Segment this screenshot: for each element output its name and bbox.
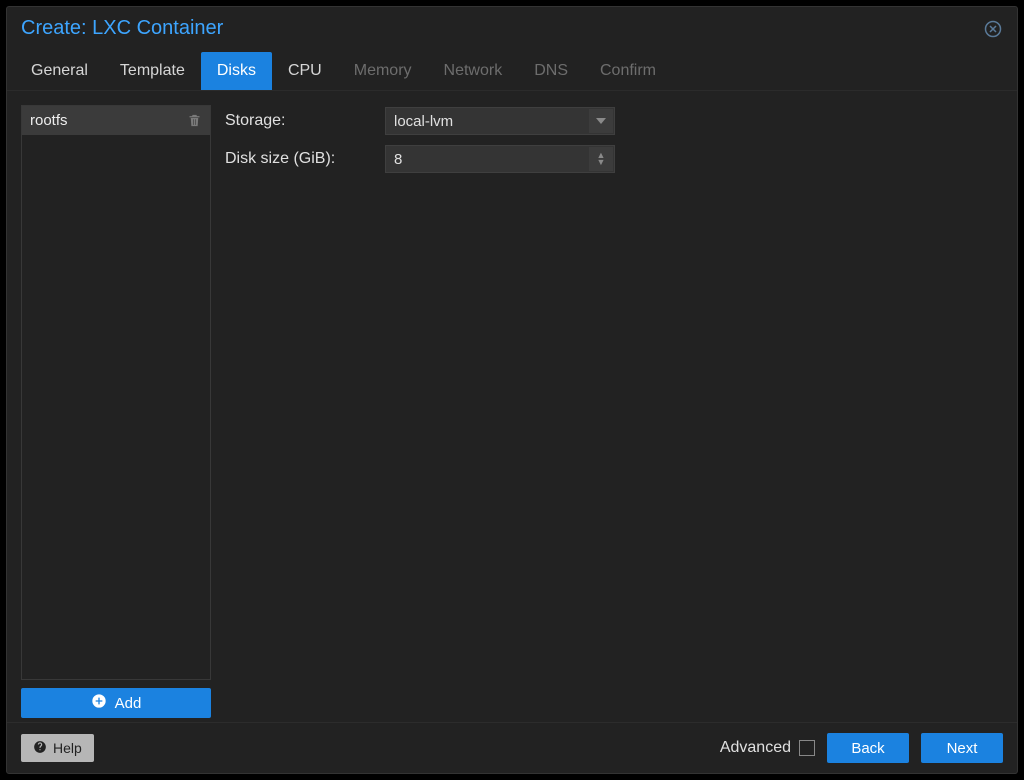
- tab-cpu[interactable]: CPU: [272, 52, 338, 90]
- spinner-down-icon[interactable]: ▼: [597, 159, 606, 166]
- disk-form: Storage: Disk size (GiB): ▲ ▼: [225, 105, 1003, 718]
- tab-general[interactable]: General: [15, 52, 104, 90]
- advanced-label: Advanced: [720, 739, 791, 757]
- back-button[interactable]: Back: [827, 733, 909, 763]
- chevron-down-icon[interactable]: [589, 109, 613, 133]
- disk-list-item-rootfs[interactable]: rootfs: [22, 106, 210, 135]
- disk-list-item-label: rootfs: [30, 112, 68, 129]
- disk-size-input[interactable]: ▲ ▼: [385, 145, 615, 173]
- storage-row: Storage:: [225, 107, 1003, 135]
- back-button-label: Back: [851, 740, 884, 757]
- tab-template[interactable]: Template: [104, 52, 201, 90]
- help-button-label: Help: [53, 740, 82, 756]
- help-button[interactable]: Help: [21, 734, 94, 762]
- create-lxc-window: Create: LXC Container General Template D…: [6, 6, 1018, 774]
- disk-size-row: Disk size (GiB): ▲ ▼: [225, 145, 1003, 173]
- trash-icon[interactable]: [187, 113, 202, 128]
- titlebar: Create: LXC Container: [7, 7, 1017, 48]
- tab-confirm: Confirm: [584, 52, 672, 90]
- disk-size-label: Disk size (GiB):: [225, 150, 385, 168]
- storage-value[interactable]: [394, 113, 606, 130]
- plus-circle-icon: [91, 693, 107, 713]
- tab-dns: DNS: [518, 52, 584, 90]
- help-icon: [33, 740, 47, 757]
- wizard-footer: Help Advanced Back Next: [7, 723, 1017, 773]
- wizard-tabs: General Template Disks CPU Memory Networ…: [7, 48, 1017, 91]
- tab-network: Network: [428, 52, 519, 90]
- tab-disks[interactable]: Disks: [201, 52, 272, 90]
- add-disk-button[interactable]: Add: [21, 688, 211, 718]
- spinner-icon[interactable]: ▲ ▼: [589, 147, 613, 171]
- disk-list-panel: rootfs Add: [21, 105, 211, 718]
- tab-memory: Memory: [338, 52, 428, 90]
- close-icon[interactable]: [983, 19, 1003, 39]
- disk-list: rootfs: [21, 105, 211, 680]
- storage-select[interactable]: [385, 107, 615, 135]
- advanced-toggle: Advanced: [720, 739, 815, 757]
- next-button[interactable]: Next: [921, 733, 1003, 763]
- add-button-label: Add: [115, 695, 142, 712]
- next-button-label: Next: [947, 740, 978, 757]
- disk-size-value[interactable]: [394, 151, 606, 168]
- storage-label: Storage:: [225, 112, 385, 130]
- window-title: Create: LXC Container: [21, 17, 223, 40]
- advanced-checkbox[interactable]: [799, 740, 815, 756]
- wizard-body: rootfs Add Storage:: [7, 91, 1017, 722]
